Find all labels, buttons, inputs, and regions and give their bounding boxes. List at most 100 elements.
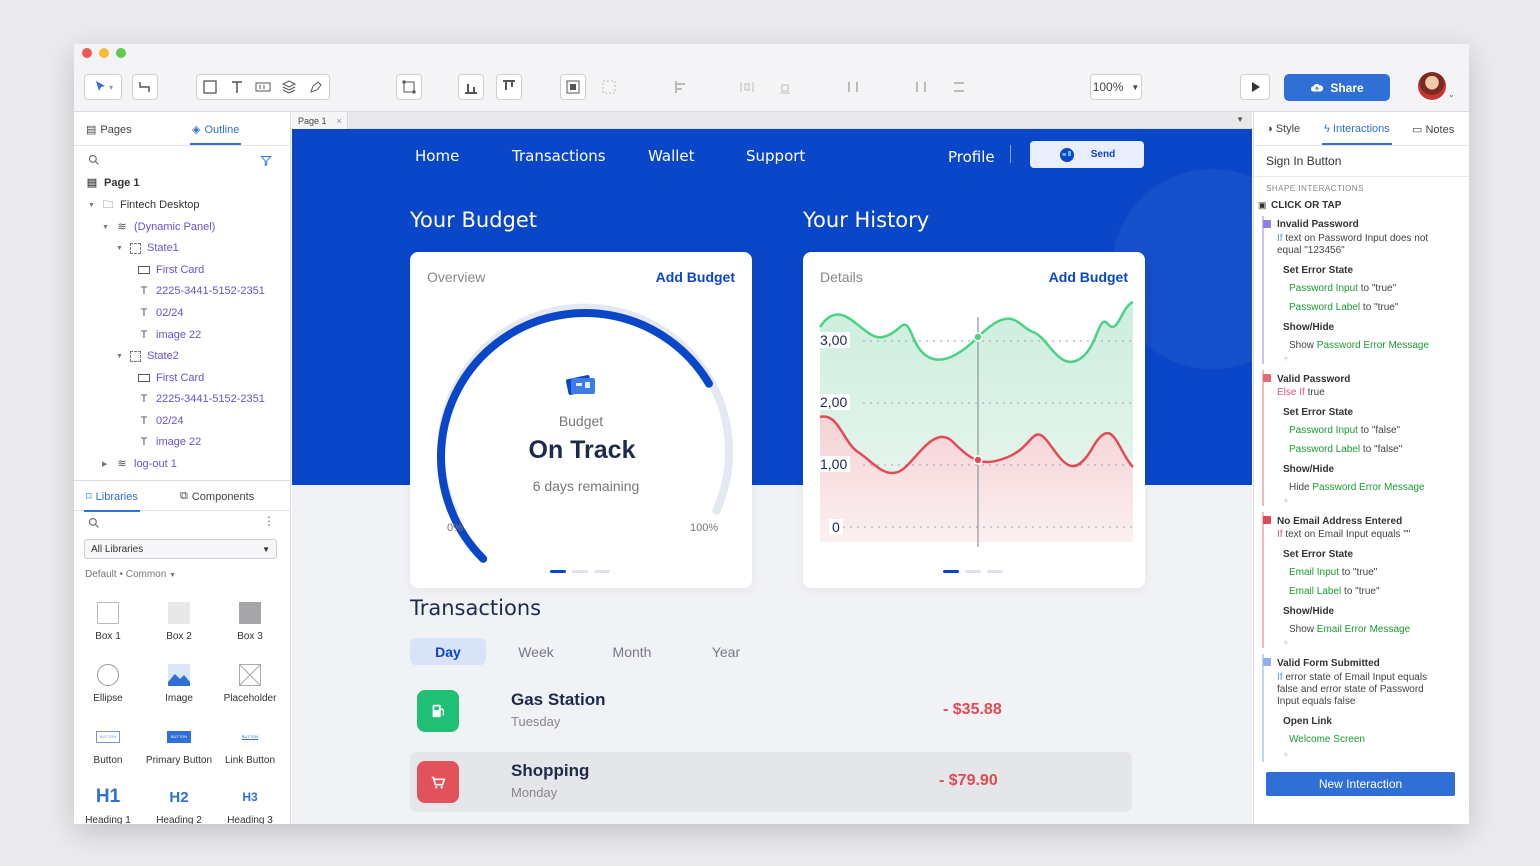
distribute-v-button[interactable] bbox=[772, 74, 798, 100]
nav-wallet[interactable]: Wallet bbox=[648, 147, 695, 165]
tree-log-out-1[interactable]: ▶ ≋ log-out 1 bbox=[102, 458, 177, 470]
text-icon[interactable] bbox=[229, 79, 245, 95]
tree-fintech-desktop[interactable]: ▼ 🗀 Fintech Desktop bbox=[88, 199, 199, 211]
tree-image-22-1[interactable]: Timage 22 bbox=[138, 329, 202, 341]
rectangle-icon[interactable] bbox=[202, 79, 218, 95]
tree-state1[interactable]: ▼ State1 bbox=[116, 242, 179, 254]
tree-expiry-1[interactable]: T 02/24 bbox=[138, 307, 184, 319]
caret-right-icon[interactable]: ▶ bbox=[102, 460, 110, 468]
maximize-window-button[interactable] bbox=[116, 48, 126, 58]
ungroup-button[interactable] bbox=[596, 74, 622, 100]
budget-carousel-dots[interactable] bbox=[550, 570, 610, 573]
caret-down-icon[interactable]: ▼ bbox=[116, 353, 124, 360]
case-title[interactable]: Valid Password bbox=[1277, 374, 1350, 385]
transaction-row[interactable]: Gas Station Tuesday - $35.88 bbox=[410, 681, 1132, 741]
avatar[interactable] bbox=[1418, 72, 1446, 100]
tree-state2[interactable]: ▼ State2 bbox=[116, 350, 179, 362]
widget-heading-3[interactable]: H3 Heading 3 bbox=[214, 785, 286, 824]
tab-components[interactable]: ⧉ Components bbox=[180, 490, 254, 503]
widget-heading-2[interactable]: H2 Heading 2 bbox=[143, 785, 215, 825]
send-button[interactable]: Send bbox=[1030, 141, 1144, 168]
align-bottom-button[interactable] bbox=[458, 74, 484, 100]
zoom-select[interactable]: 100% ▼ bbox=[1090, 74, 1142, 100]
tab-notes[interactable]: ▭ Notes bbox=[1412, 123, 1454, 136]
case-title[interactable]: Valid Form Submitted bbox=[1277, 658, 1380, 669]
caret-down-icon[interactable]: ▼ bbox=[116, 245, 124, 252]
nav-transactions[interactable]: Transactions bbox=[512, 147, 606, 165]
period-day-tab[interactable]: Day bbox=[410, 638, 486, 665]
selected-shape-name[interactable]: Sign In Button bbox=[1266, 154, 1341, 168]
layers-icon[interactable] bbox=[281, 79, 297, 95]
carousel-dot[interactable] bbox=[550, 570, 566, 573]
transaction-row[interactable]: Shopping Monday - $79.90 bbox=[410, 752, 1132, 812]
period-month-tab[interactable]: Month bbox=[594, 638, 670, 665]
action-title[interactable]: Show/Hide bbox=[1283, 322, 1334, 333]
tree-first-card-1[interactable]: First Card bbox=[138, 264, 204, 276]
widget-primary-button[interactable]: BUTTON Primary Button bbox=[143, 725, 215, 766]
distribute-h-button[interactable] bbox=[734, 74, 760, 100]
share-button[interactable]: Share bbox=[1284, 74, 1390, 101]
carousel-dot[interactable] bbox=[987, 570, 1003, 573]
search-icon[interactable] bbox=[88, 517, 100, 529]
period-year-tab[interactable]: Year bbox=[688, 638, 764, 665]
action-title[interactable]: Set Error State bbox=[1283, 407, 1353, 418]
tab-style[interactable]: ◑ Style bbox=[1266, 123, 1300, 135]
tree-page-1[interactable]: ▤ Page 1 bbox=[86, 177, 140, 189]
widget-ellipse[interactable]: Ellipse bbox=[74, 663, 144, 704]
carousel-dot[interactable] bbox=[943, 570, 959, 573]
caret-down-icon[interactable]: ▼ bbox=[102, 224, 110, 231]
nav-support[interactable]: Support bbox=[746, 147, 805, 165]
account-chevron-icon[interactable]: ⌄ bbox=[1448, 90, 1455, 99]
outline-search[interactable] bbox=[74, 146, 290, 174]
spacing-button[interactable] bbox=[838, 74, 868, 100]
tab-libraries[interactable]: ⌑ Libraries bbox=[84, 490, 140, 512]
history-carousel-dots[interactable] bbox=[943, 570, 1003, 573]
canvas-page-tab[interactable]: Page 1 × bbox=[292, 112, 348, 129]
tree-card-number-1[interactable]: T 2225-3441-5152-2351 bbox=[138, 285, 265, 297]
tree-dynamic-panel[interactable]: ▼ ≋ (Dynamic Panel) bbox=[102, 221, 215, 233]
carousel-dot[interactable] bbox=[572, 570, 588, 573]
button-widget-icon[interactable] bbox=[255, 79, 271, 95]
widget-heading-1[interactable]: H1 Heading 1 bbox=[74, 785, 144, 824]
align-top-button[interactable] bbox=[496, 74, 522, 100]
add-action-button[interactable]: + bbox=[1283, 496, 1289, 507]
caret-down-icon[interactable]: ▼ bbox=[88, 202, 96, 209]
close-icon[interactable]: × bbox=[337, 116, 342, 126]
carousel-dot[interactable] bbox=[594, 570, 610, 573]
pen-icon[interactable] bbox=[308, 79, 324, 95]
case-title[interactable]: Invalid Password bbox=[1277, 219, 1359, 230]
widget-link-button[interactable]: BUTTON Link Button bbox=[214, 725, 286, 766]
carousel-dot[interactable] bbox=[965, 570, 981, 573]
tab-pages[interactable]: ▤ Pages bbox=[86, 123, 132, 137]
align-menu-button[interactable] bbox=[664, 74, 698, 100]
widget-placeholder[interactable]: Placeholder bbox=[214, 663, 286, 704]
nav-profile[interactable]: Profile bbox=[948, 148, 995, 166]
add-action-button[interactable]: + bbox=[1283, 638, 1289, 649]
minimize-window-button[interactable] bbox=[99, 48, 109, 58]
group-button[interactable] bbox=[560, 74, 586, 100]
widget-box-2[interactable]: Box 2 bbox=[143, 601, 215, 642]
nav-home[interactable]: Home bbox=[415, 147, 459, 165]
match-width-button[interactable] bbox=[908, 74, 934, 100]
add-action-button[interactable]: + bbox=[1283, 750, 1289, 761]
tree-card-number-2[interactable]: T 2225-3441-5152-2351 bbox=[138, 393, 265, 405]
collapse-event-icon[interactable]: ▣ bbox=[1258, 200, 1267, 211]
action-title[interactable]: Set Error State bbox=[1283, 265, 1353, 276]
new-interaction-button[interactable]: New Interaction bbox=[1266, 772, 1455, 796]
transform-button[interactable] bbox=[396, 74, 422, 100]
green-point[interactable] bbox=[973, 332, 983, 342]
close-window-button[interactable] bbox=[82, 48, 92, 58]
tree-image-22-2[interactable]: Timage 22 bbox=[138, 436, 202, 448]
tab-interactions[interactable]: ϟ Interactions bbox=[1322, 123, 1392, 145]
widget-image[interactable]: Image bbox=[143, 663, 215, 704]
action-title[interactable]: Show/Hide bbox=[1283, 606, 1334, 617]
action-title[interactable]: Set Error State bbox=[1283, 549, 1353, 560]
library-filter[interactable]: Default • Common ▼ bbox=[85, 569, 176, 580]
match-height-button[interactable] bbox=[946, 74, 972, 100]
widget-box-1[interactable]: Box 1 bbox=[74, 601, 144, 642]
more-options-icon[interactable]: ⋮ bbox=[263, 514, 275, 528]
select-tool-button[interactable]: ▾ bbox=[84, 74, 122, 100]
preview-button[interactable] bbox=[1240, 74, 1270, 100]
tree-expiry-2[interactable]: T 02/24 bbox=[138, 415, 184, 427]
action-title[interactable]: Show/Hide bbox=[1283, 464, 1334, 475]
